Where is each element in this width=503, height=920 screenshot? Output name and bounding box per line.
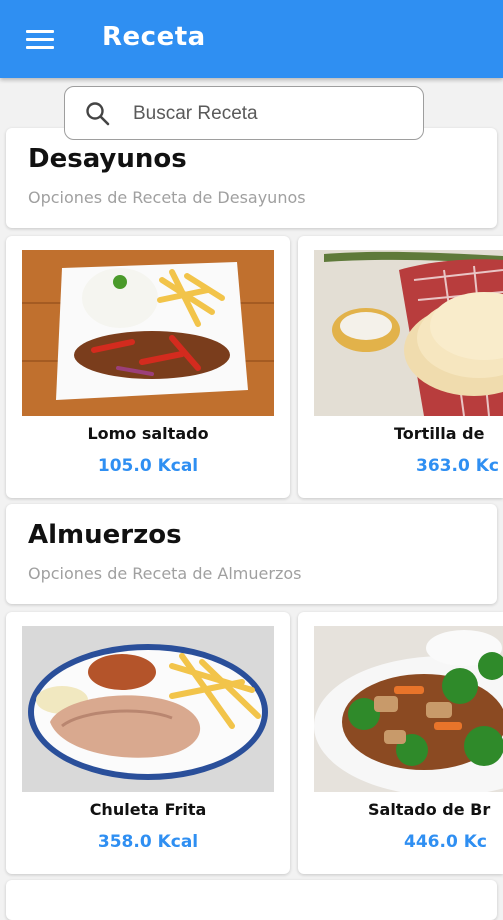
menu-icon[interactable] <box>26 30 54 50</box>
section-title: Desayunos <box>28 144 187 174</box>
section-header-next <box>6 880 497 920</box>
recipe-kcal: 446.0 Kc <box>404 832 487 852</box>
recipe-name: Chuleta Frita <box>89 800 207 819</box>
recipe-card[interactable]: Chuleta Frita 358.0 Kcal <box>6 612 290 874</box>
section-subtitle: Opciones de Receta de Desayunos <box>28 188 306 207</box>
recipe-image-chuleta-frita <box>22 626 274 792</box>
recipe-name: Tortilla de <box>394 424 485 443</box>
recipe-card[interactable]: Lomo saltado 105.0 Kcal <box>6 236 290 498</box>
app-title: Receta <box>102 22 206 52</box>
section-title: Almuerzos <box>28 520 182 550</box>
recipe-name: Saltado de Br <box>368 800 491 819</box>
recipe-card[interactable]: Saltado de Br 446.0 Kc <box>298 612 503 874</box>
section-subtitle: Opciones de Receta de Almuerzos <box>28 564 302 583</box>
recipe-kcal: 363.0 Kc <box>416 456 499 476</box>
search-input[interactable] <box>131 97 415 131</box>
search-icon <box>86 102 110 126</box>
app-bar: Receta <box>0 0 503 78</box>
section-header-almuerzos: Almuerzos Opciones de Receta de Almuerzo… <box>6 504 497 604</box>
recipe-image-tortilla <box>314 250 503 416</box>
recipe-kcal: 358.0 Kcal <box>97 832 199 852</box>
recipe-image-saltado-de-brocoli <box>314 626 503 792</box>
recipe-image-lomo-saltado <box>22 250 274 416</box>
recipe-card[interactable]: Tortilla de 363.0 Kc <box>298 236 503 498</box>
search-box[interactable] <box>64 86 424 140</box>
recipe-name: Lomo saltado <box>87 424 209 443</box>
recipe-kcal: 105.0 Kcal <box>97 456 199 476</box>
section-header-desayunos: Desayunos Opciones de Receta de Desayuno… <box>6 128 497 228</box>
